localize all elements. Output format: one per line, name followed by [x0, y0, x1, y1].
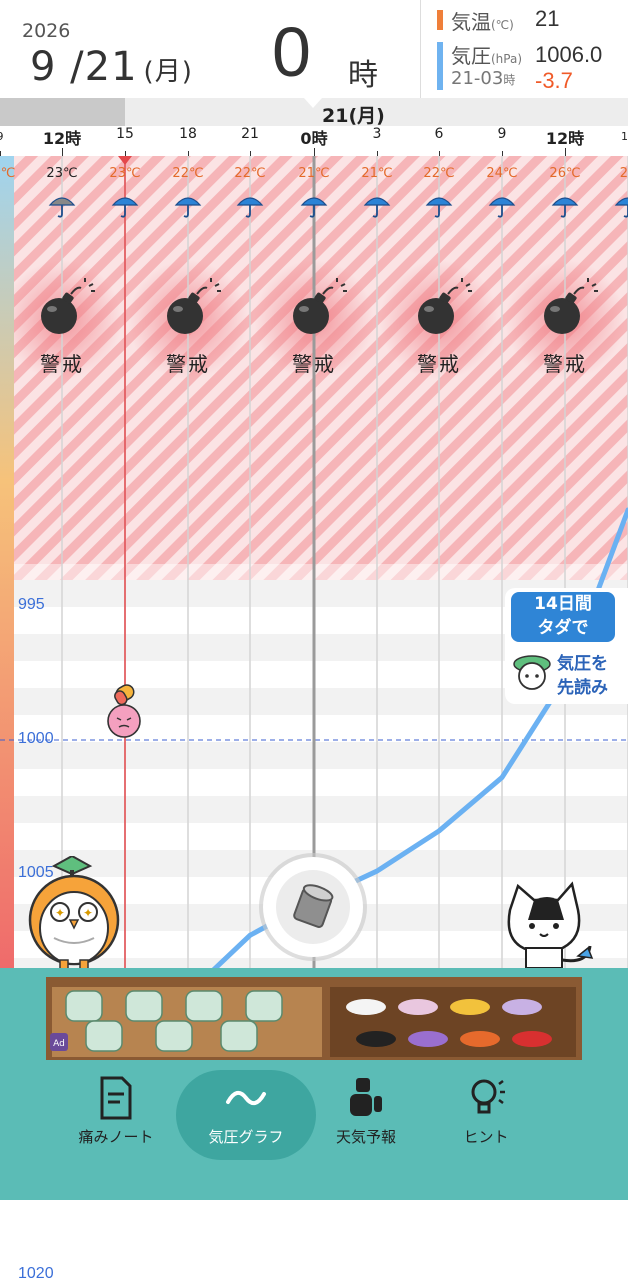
promo-cat-icon: [511, 650, 553, 692]
pressure-point: [500, 775, 504, 780]
lightbulb-icon: [416, 1076, 556, 1124]
record-pain-button[interactable]: [263, 857, 363, 957]
temperature-label: 21℃: [298, 166, 330, 181]
temperature-label: 22℃: [234, 166, 266, 181]
ad-image: Ad: [46, 977, 582, 1060]
warning-label: 警戒: [166, 352, 210, 376]
pressure-level-label: 1020: [18, 1265, 54, 1282]
date-value: 9 /21: [30, 44, 138, 90]
temperature-label: 23℃: [46, 166, 78, 181]
pill-character-icon[interactable]: [104, 684, 144, 740]
ad-banner[interactable]: Ad: [46, 977, 582, 1060]
pressure-point: [375, 869, 379, 874]
promo-headline: 14日間 タダで: [511, 592, 615, 642]
temp-value: 21: [535, 6, 560, 31]
cat-character-icon[interactable]: [498, 880, 602, 972]
cylinder-icon: [293, 884, 334, 928]
header: 2026 9 /21 (月) 0 時 気温(℃) 21 気圧(hPa) 1006.…: [0, 0, 628, 100]
warning-label: 警戒: [543, 352, 587, 376]
svg-text:✦: ✦: [55, 906, 65, 920]
pressure-level-label: 995: [18, 596, 45, 614]
pressure-point: [437, 828, 441, 833]
pressure-level-label: 1000: [18, 730, 54, 747]
hour-value: 0: [272, 13, 311, 91]
warning-label: 警戒: [292, 352, 336, 376]
temperature-label: 24℃: [486, 166, 518, 181]
free-trial-promo-banner[interactable]: 14日間 タダで 気圧を 先読み: [505, 588, 628, 704]
day-label: 21(月): [322, 105, 385, 127]
tab-wave[interactable]: 気圧グラフ: [176, 1070, 316, 1160]
hour-unit: 時: [348, 58, 378, 93]
svg-text:✦: ✦: [83, 906, 93, 920]
hour-tick-label: 9: [497, 126, 507, 142]
temperature-label: 26: [619, 166, 628, 181]
pressure-label: 気圧(hPa): [451, 44, 523, 68]
temp-color-bar: [437, 10, 443, 30]
hour-tick-label: 6: [434, 126, 444, 142]
hour-tick-label: 12時: [545, 129, 585, 148]
temperature-row: ℃ 23℃ 23℃ 22℃ 22℃ 21℃ 21℃ 22℃ 24℃ 26℃ 26: [0, 166, 628, 188]
bomb-icon: [293, 278, 347, 334]
bomb-icon: [544, 278, 598, 334]
tab-label: ヒント: [463, 1128, 509, 1146]
tab-label: 痛みノート: [78, 1128, 154, 1146]
hour-tick-label: 12時: [42, 129, 82, 148]
pressure-warning[interactable]: 警戒: [510, 276, 620, 386]
current-time-pointer: [304, 98, 322, 108]
hour-axis[interactable]: 9 12時 15 18 21 0時 3 6 9 12時 15: [0, 126, 628, 158]
promo-subtext: 気圧を 先読み: [557, 654, 608, 698]
temperature-label: 23℃: [109, 166, 141, 181]
svg-text:Ad: Ad: [53, 1039, 65, 1049]
hour-tick-label: 18: [179, 126, 197, 142]
owl-character-icon[interactable]: ✦ ✦: [24, 854, 124, 972]
tab-note[interactable]: 痛みノート: [46, 1070, 186, 1160]
temperature-label: 22℃: [423, 166, 455, 181]
temp-label: 気温(℃): [451, 10, 514, 34]
warning-label: 警戒: [40, 352, 84, 376]
hour-tick-mark: [565, 148, 566, 156]
tab-weather[interactable]: 天気予報: [296, 1070, 436, 1160]
pressure-value: 1006.0: [535, 42, 603, 67]
temperature-label: 21℃: [361, 166, 393, 181]
hour-tick-label: 0時: [300, 129, 328, 148]
bomb-icon: [167, 278, 221, 334]
tab-label: 気圧グラフ: [208, 1128, 284, 1146]
hour-tick-mark: [62, 148, 63, 156]
weather-info-panel: 気温(℃) 21 気圧(hPa) 1006.0 21-03時 -3.7: [420, 0, 628, 99]
pressure-point: [248, 933, 252, 938]
pressure-warning[interactable]: 警戒: [384, 276, 494, 386]
pressure-diff-value: -3.7: [535, 68, 573, 93]
hour-tick-label: 21: [241, 126, 259, 142]
hour-tick-label: 9: [0, 130, 4, 143]
bomb-icon: [41, 278, 95, 334]
hour-tick-label: 3: [372, 126, 382, 142]
weather-icon: [296, 1076, 436, 1124]
date-label: 9 /21 (月): [30, 44, 193, 90]
hour-tick-label: 15: [116, 126, 134, 142]
pressure-warning[interactable]: 警戒: [133, 276, 243, 386]
note-icon: [46, 1076, 186, 1124]
record-button-inner: [276, 870, 350, 944]
hour-tick-label: 15: [621, 130, 628, 143]
timeline-past-range: [0, 98, 125, 126]
pressure-warning[interactable]: 警戒: [7, 276, 117, 386]
pressure-range-label: 21-03時: [451, 68, 516, 89]
bomb-icon: [418, 278, 472, 334]
year-label: 2026: [22, 20, 71, 42]
warning-label: 警戒: [417, 352, 461, 376]
pressure-color-bar: [437, 42, 443, 90]
temperature-label: 26℃: [549, 166, 581, 181]
wave-icon: [176, 1076, 316, 1124]
pressure-warning[interactable]: 警戒: [259, 276, 369, 386]
temperature-label: 22℃: [172, 166, 204, 181]
tab-lightbulb[interactable]: ヒント: [416, 1070, 556, 1160]
hour-tick-mark: [314, 148, 315, 156]
tab-label: 天気予報: [335, 1128, 396, 1146]
day-of-week: (月): [143, 57, 193, 87]
temperature-label: ℃: [0, 166, 16, 181]
